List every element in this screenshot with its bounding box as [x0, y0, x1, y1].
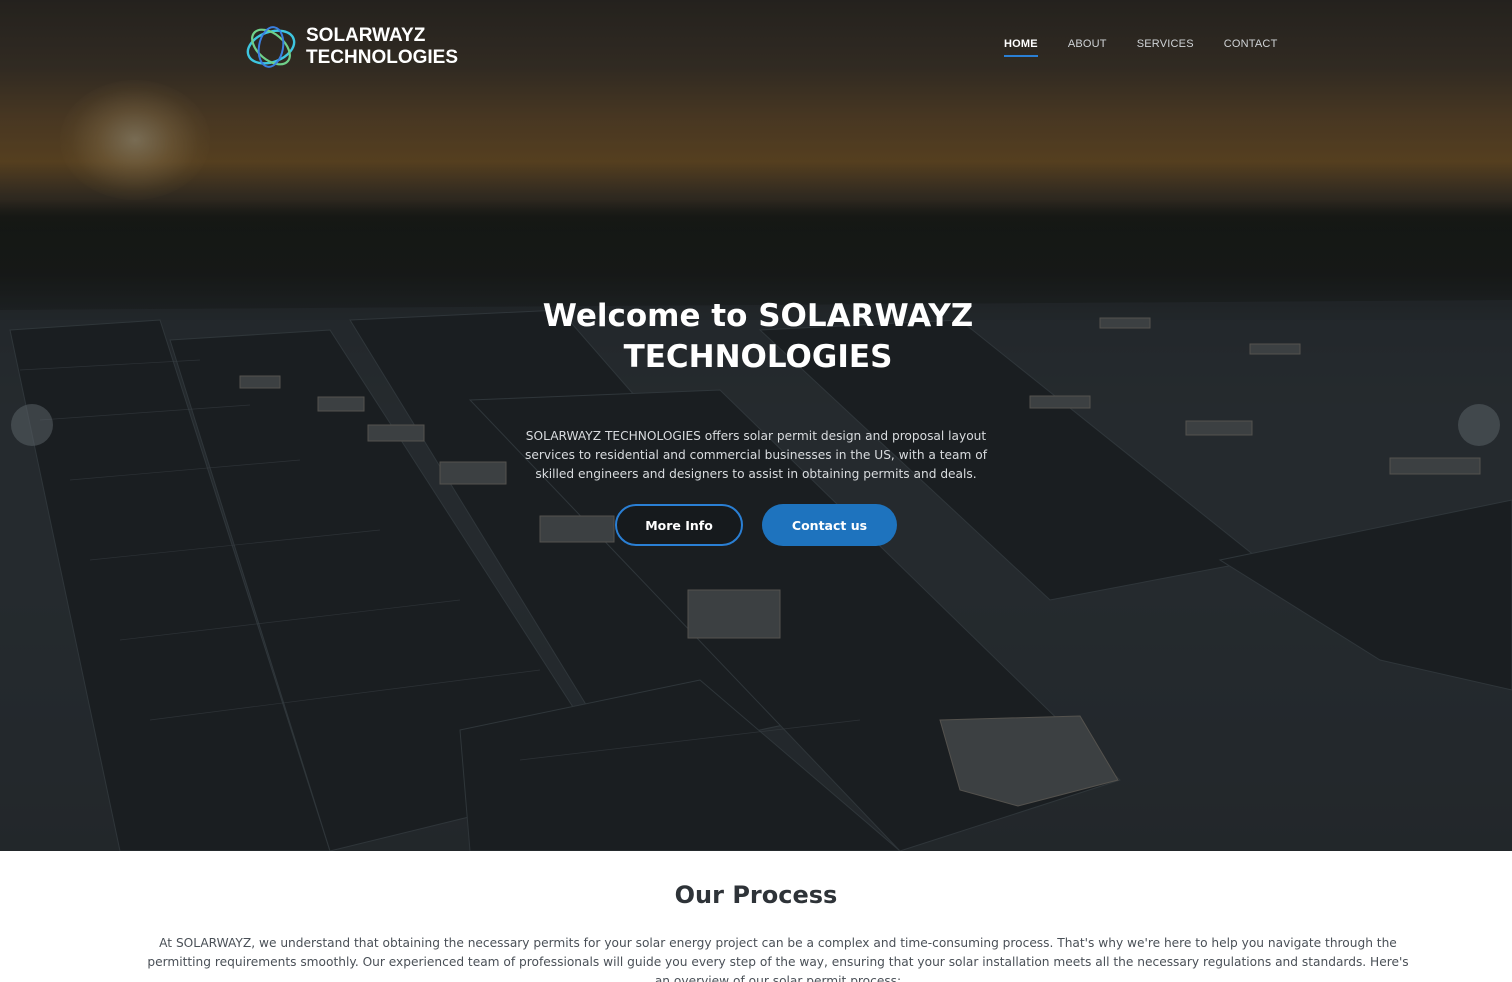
brand-logo[interactable]: SOLARWAYZ TECHNOLOGIES [244, 20, 458, 74]
nav-item-home[interactable]: HOME [1004, 38, 1038, 57]
carousel-next-button[interactable] [1458, 404, 1500, 446]
brand-name-line2: TECHNOLOGIES [306, 47, 459, 68]
process-title: Our Process [674, 881, 838, 909]
nav-item-contact[interactable]: CONTACT [1224, 38, 1278, 57]
hero-description: SOLARWAYZ TECHNOLOGIES offers solar perm… [525, 429, 987, 481]
hero-dark-overlay [0, 0, 1512, 851]
brand-name: SOLARWAYZ TECHNOLOGIES [306, 25, 458, 69]
hero-title: Welcome to SOLARWAYZ TECHNOLOGIES [542, 298, 974, 375]
process-description: At SOLARWAYZ, we understand that obtaini… [147, 936, 1409, 982]
contact-us-button[interactable]: Contact us [762, 504, 897, 546]
orbit-rings-logo-icon [246, 26, 296, 68]
carousel-prev-button[interactable] [11, 404, 53, 446]
brand-name-line1: SOLARWAYZ [306, 25, 426, 46]
more-info-button[interactable]: More Info [615, 504, 743, 546]
nav-item-services[interactable]: SERVICES [1137, 38, 1194, 57]
nav-item-about[interactable]: ABOUT [1068, 38, 1107, 57]
hero-section [0, 0, 1512, 851]
main-nav: HOME ABOUT SERVICES CONTACT [1004, 38, 1308, 57]
